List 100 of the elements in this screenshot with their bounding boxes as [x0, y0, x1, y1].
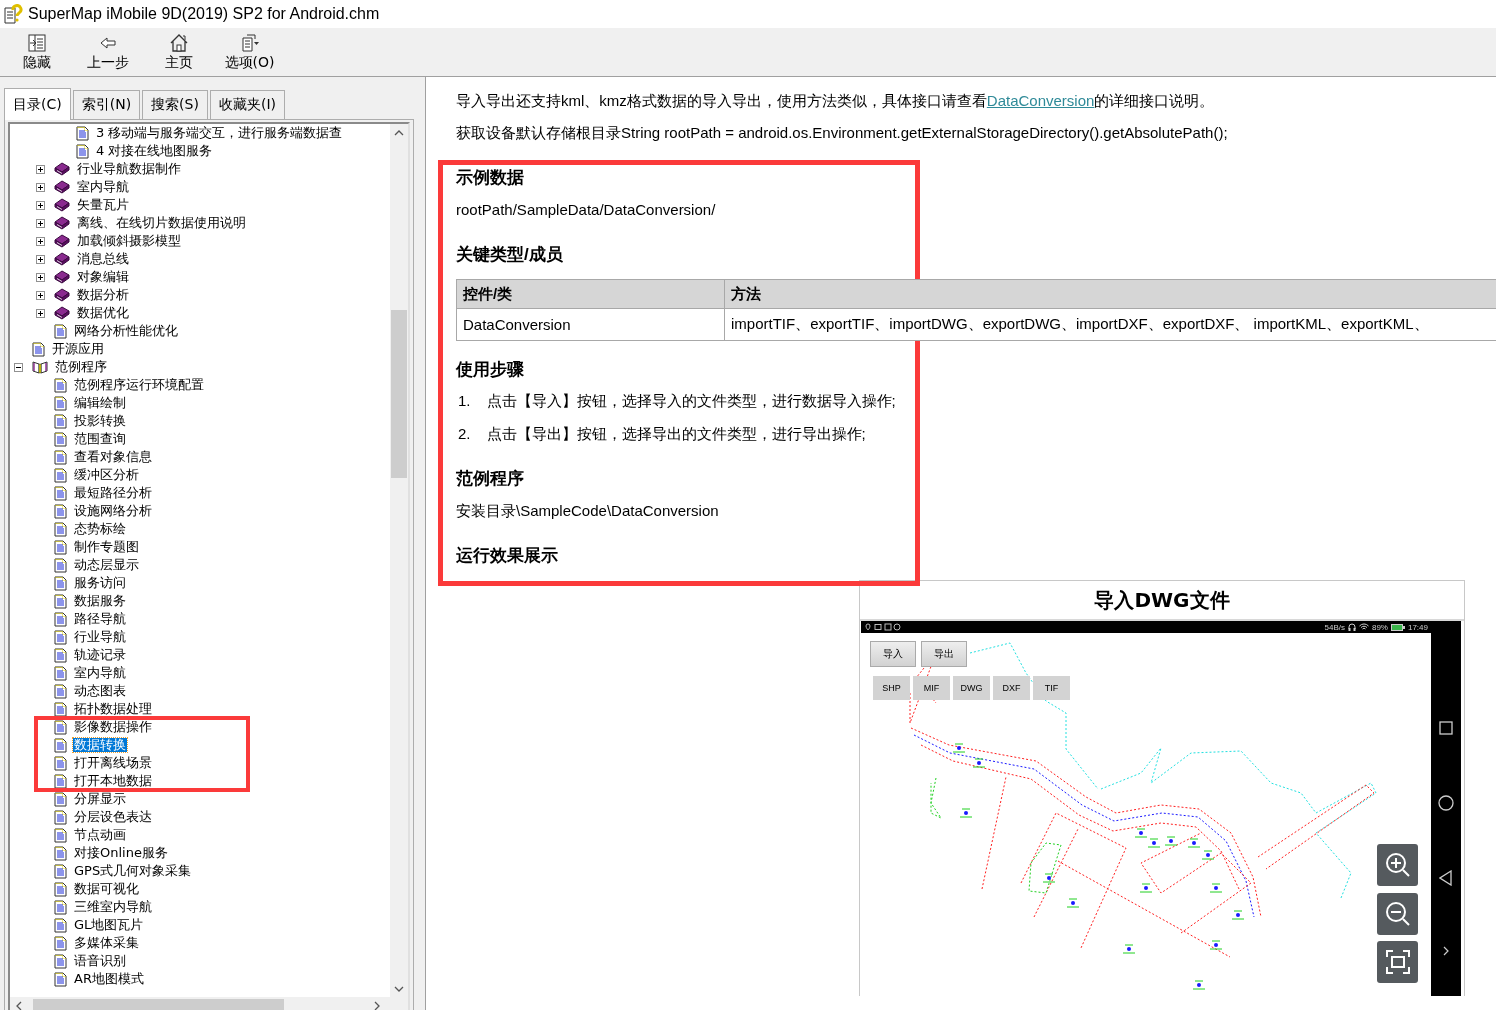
page-icon — [54, 629, 67, 645]
tree-item[interactable]: 投影转换 — [73, 414, 127, 428]
tree-item[interactable]: 动态图表 — [73, 684, 127, 698]
tree-item[interactable]: 加载倾斜摄影模型 — [76, 234, 182, 248]
tree-item[interactable]: 动态层显示 — [73, 558, 140, 572]
tree-item[interactable]: 影像数据操作 — [73, 720, 153, 734]
format-button[interactable]: MIF — [913, 676, 950, 700]
export-button[interactable]: 导出 — [921, 641, 967, 667]
api-link[interactable]: DataConversion — [986, 92, 1095, 109]
tree-item[interactable]: 服务访问 — [73, 576, 127, 590]
toolbar-button[interactable]: 选项(O) — [214, 28, 285, 76]
tree-item[interactable]: 数据优化 — [76, 306, 130, 320]
tree-item[interactable]: GL地图瓦片 — [73, 918, 145, 932]
tab[interactable]: 收藏夹(I) — [209, 90, 285, 119]
toolbar-button[interactable]: 上一步 — [72, 28, 143, 76]
tree-item[interactable]: 行业导航 — [73, 630, 127, 644]
book-icon — [54, 252, 70, 266]
tree-item[interactable]: 打开本地数据 — [73, 774, 153, 788]
format-button[interactable]: TIF — [1033, 676, 1070, 700]
page-icon — [54, 863, 67, 879]
tree-item[interactable]: 路径导航 — [73, 612, 127, 626]
tab[interactable]: 搜索(S) — [142, 90, 208, 119]
tree-item[interactable]: 范例程序 — [54, 360, 108, 374]
expand-toggle[interactable] — [36, 290, 45, 300]
format-button[interactable]: DXF — [993, 676, 1030, 700]
expand-toggle[interactable] — [36, 236, 45, 246]
tree-item[interactable]: 3 移动端与服务端交互，进行服务端数据查 — [95, 126, 344, 140]
tree-item[interactable]: 多媒体采集 — [73, 936, 140, 950]
back-nav-button[interactable] — [1439, 870, 1453, 887]
tree-item[interactable]: 设施网络分析 — [73, 504, 153, 518]
expand-toggle[interactable] — [36, 200, 45, 210]
tree-item[interactable]: 网络分析性能优化 — [73, 324, 179, 338]
tree-item[interactable]: 4 对接在线地图服务 — [95, 144, 214, 158]
tree-item[interactable]: 数据转换 — [73, 738, 127, 752]
format-button[interactable]: DWG — [953, 676, 990, 700]
tree-item[interactable]: 最短路径分析 — [73, 486, 153, 500]
expand-toggle[interactable] — [36, 164, 45, 174]
page-icon — [54, 737, 67, 753]
tree-item[interactable]: 节点动画 — [73, 828, 127, 842]
tree-item[interactable]: 数据服务 — [73, 594, 127, 608]
expand-toggle[interactable] — [36, 218, 45, 228]
page-icon — [54, 323, 67, 339]
home-nav-button[interactable] — [1438, 794, 1454, 811]
tree-item[interactable]: AR地图模式 — [73, 972, 145, 986]
tree-item[interactable]: 消息总线 — [76, 252, 130, 266]
tree-item[interactable]: 范例程序运行环境配置 — [73, 378, 205, 392]
tree-item[interactable]: 轨迹记录 — [73, 648, 127, 662]
tree-item[interactable]: 数据分析 — [76, 288, 130, 302]
tree-item[interactable]: 对接Online服务 — [73, 846, 169, 860]
book-icon — [54, 234, 70, 248]
page-icon — [76, 143, 89, 159]
tree-item[interactable]: 对象编辑 — [76, 270, 130, 284]
tree-item[interactable]: 查看对象信息 — [73, 450, 153, 464]
zoom-out-button[interactable] — [1377, 893, 1418, 935]
tab[interactable]: 目录(C) — [4, 88, 71, 120]
toolbar-button[interactable]: 隐藏 — [1, 28, 72, 76]
tree-item[interactable]: 范围查询 — [73, 432, 127, 446]
tree-item[interactable]: 缓冲区分析 — [73, 468, 140, 482]
tab[interactable]: 索引(N) — [72, 90, 141, 119]
tree-item[interactable]: 制作专题图 — [73, 540, 140, 554]
toolbar-button[interactable]: 主页 — [143, 28, 214, 76]
expand-toggle[interactable] — [36, 254, 45, 264]
column-header: 控件/类 — [456, 279, 725, 309]
tree-item[interactable]: 分屏显示 — [73, 792, 127, 806]
expand-toggle[interactable] — [36, 272, 45, 282]
tree-item[interactable]: GPS式几何对象采集 — [73, 864, 193, 878]
tree-item[interactable]: 分层设色表达 — [73, 810, 153, 824]
expand-toggle[interactable] — [36, 182, 45, 192]
full-extent-button[interactable] — [1377, 941, 1418, 983]
zoom-in-button[interactable] — [1377, 844, 1418, 886]
tree-item[interactable]: 矢量瓦片 — [76, 198, 130, 212]
vertical-scrollbar[interactable] — [390, 124, 408, 997]
scroll-down-icon[interactable] — [394, 985, 404, 992]
scroll-up-icon[interactable] — [394, 129, 404, 136]
tree-item[interactable]: 编辑绘制 — [73, 396, 127, 410]
tree-item[interactable]: 离线、在线切片数据使用说明 — [76, 216, 247, 230]
tree-item[interactable]: 打开离线场景 — [73, 756, 153, 770]
tree-item[interactable]: 语音识别 — [73, 954, 127, 968]
scrollbar-thumb[interactable] — [391, 310, 407, 478]
import-button[interactable]: 导入 — [870, 641, 916, 667]
tree-item[interactable]: 室内导航 — [76, 180, 130, 194]
recents-button[interactable] — [1439, 720, 1453, 735]
tree-item[interactable]: 态势标绘 — [73, 522, 127, 536]
expand-nav-button[interactable] — [1443, 946, 1449, 957]
horizontal-scrollbar[interactable] — [10, 997, 408, 1010]
page-icon — [54, 845, 67, 861]
tree-item[interactable]: 室内导航 — [73, 666, 127, 680]
scrollbar-thumb[interactable] — [33, 999, 284, 1010]
page-icon — [54, 413, 67, 429]
scroll-left-icon[interactable] — [16, 1000, 22, 1010]
tree-item[interactable]: 开源应用 — [51, 342, 105, 356]
collapse-toggle[interactable] — [14, 362, 23, 372]
expand-toggle[interactable] — [36, 308, 45, 318]
tree-item[interactable]: 三维室内导航 — [73, 900, 153, 914]
tree-item[interactable]: 拓扑数据处理 — [73, 702, 153, 716]
format-button[interactable]: SHP — [873, 676, 910, 700]
scroll-right-icon[interactable] — [374, 1000, 380, 1010]
tree-item[interactable]: 数据可视化 — [73, 882, 140, 896]
page-icon — [54, 917, 67, 933]
tree-item[interactable]: 行业导航数据制作 — [76, 162, 182, 176]
